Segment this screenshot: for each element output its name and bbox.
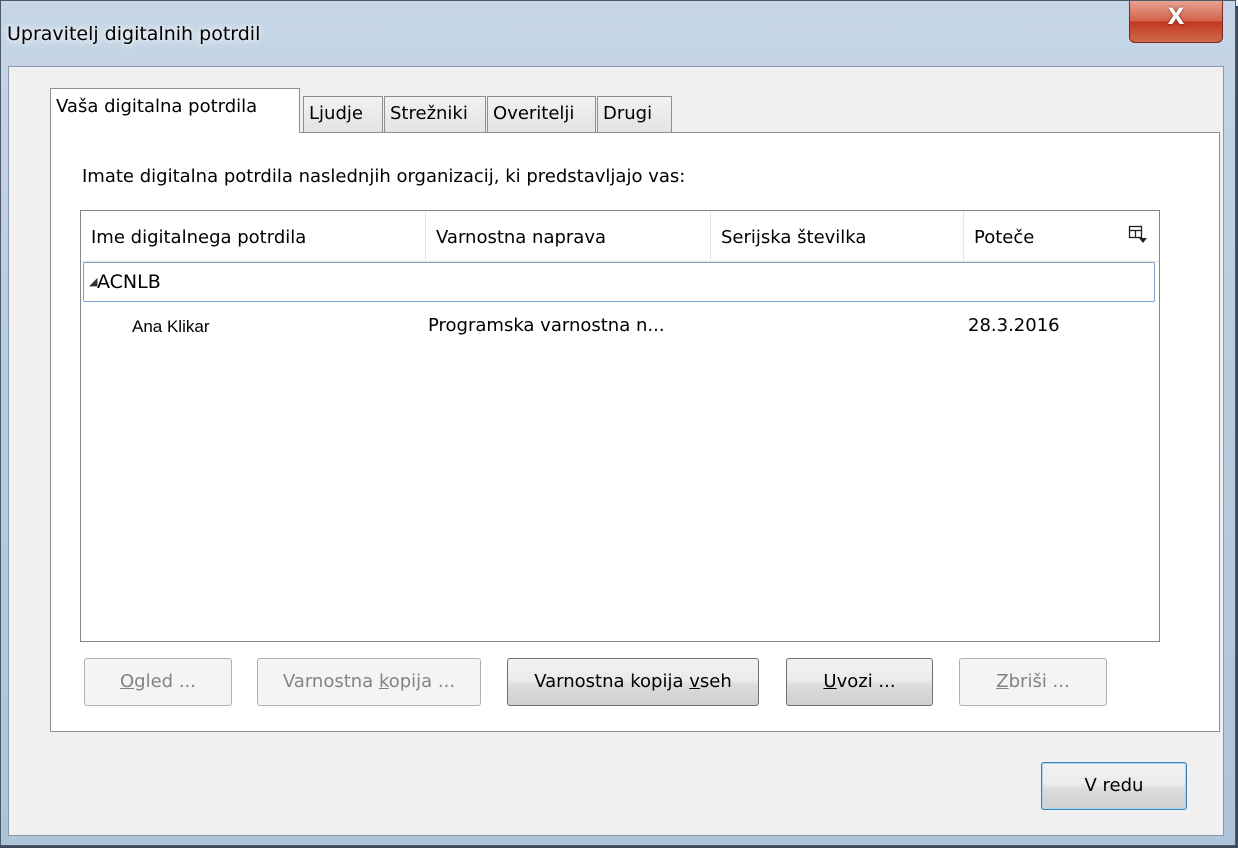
window-title: Upravitelj digitalnih potrdil	[7, 23, 261, 45]
tab-authorities[interactable]: Overitelji	[487, 96, 596, 132]
access-key: k	[378, 671, 389, 692]
tab-your-certificates[interactable]: Vaša digitalna potrdila	[50, 88, 300, 133]
button-label-part: vozi ...	[836, 671, 896, 692]
button-label-part: Varnostna kopija	[534, 671, 690, 692]
view-button[interactable]: Ogled ...	[84, 658, 232, 706]
column-header-device[interactable]: Varnostna naprava	[426, 211, 711, 261]
column-picker-icon[interactable]	[1128, 224, 1148, 244]
tab-label: Vaša digitalna potrdila	[56, 96, 258, 117]
close-icon: X	[1167, 5, 1185, 30]
backup-all-button[interactable]: Varnostna kopija vseh	[507, 658, 759, 706]
tab-label: Drugi	[603, 103, 653, 124]
close-button[interactable]: X	[1129, 1, 1223, 43]
cell-expires: 28.3.2016	[968, 315, 1060, 336]
delete-button[interactable]: Zbriši ...	[959, 658, 1107, 706]
access-key: U	[823, 671, 837, 692]
tab-people[interactable]: Ljudje	[303, 96, 383, 132]
button-label-part: Varnostna	[282, 671, 379, 692]
table-header: Ime digitalnega potrdila Varnostna napra…	[81, 211, 1159, 262]
import-button[interactable]: Uvozi ...	[786, 658, 933, 706]
button-label-part: opija ...	[388, 671, 456, 692]
tab-label: Ljudje	[309, 103, 363, 124]
certificate-tree-table[interactable]: Ime digitalnega potrdila Varnostna napra…	[80, 210, 1160, 642]
column-header-serial[interactable]: Serijska številka	[711, 211, 964, 261]
column-header-name[interactable]: Ime digitalnega potrdila	[81, 211, 426, 261]
access-key: O	[120, 671, 135, 692]
button-label-part: gled ...	[134, 671, 196, 692]
access-key: Z	[996, 671, 1009, 692]
tab-label: Overitelji	[493, 103, 575, 124]
tab-servers[interactable]: Strežniki	[384, 96, 486, 132]
tree-group-row[interactable]: ◢ ACNLB	[83, 262, 1155, 302]
button-label-part: briši ...	[1008, 671, 1070, 692]
title-bar[interactable]: Upravitelj digitalnih potrdil X	[1, 1, 1235, 57]
backup-button[interactable]: Varnostna kopija ...	[257, 658, 481, 706]
column-header-expires[interactable]: Poteče	[964, 211, 1114, 261]
access-key: v	[689, 671, 700, 692]
cell-security-device: Programska varnostna n...	[428, 315, 665, 336]
tab-label: Strežniki	[390, 103, 468, 124]
button-label-part: seh	[699, 671, 732, 692]
cell-certificate-name: Ana Klikar	[132, 317, 210, 336]
ok-button[interactable]: V redu	[1041, 762, 1187, 810]
tab-others[interactable]: Drugi	[597, 96, 672, 132]
group-name: ACNLB	[97, 271, 161, 293]
intro-text: Imate digitalna potrdila naslednjih orga…	[82, 166, 686, 187]
